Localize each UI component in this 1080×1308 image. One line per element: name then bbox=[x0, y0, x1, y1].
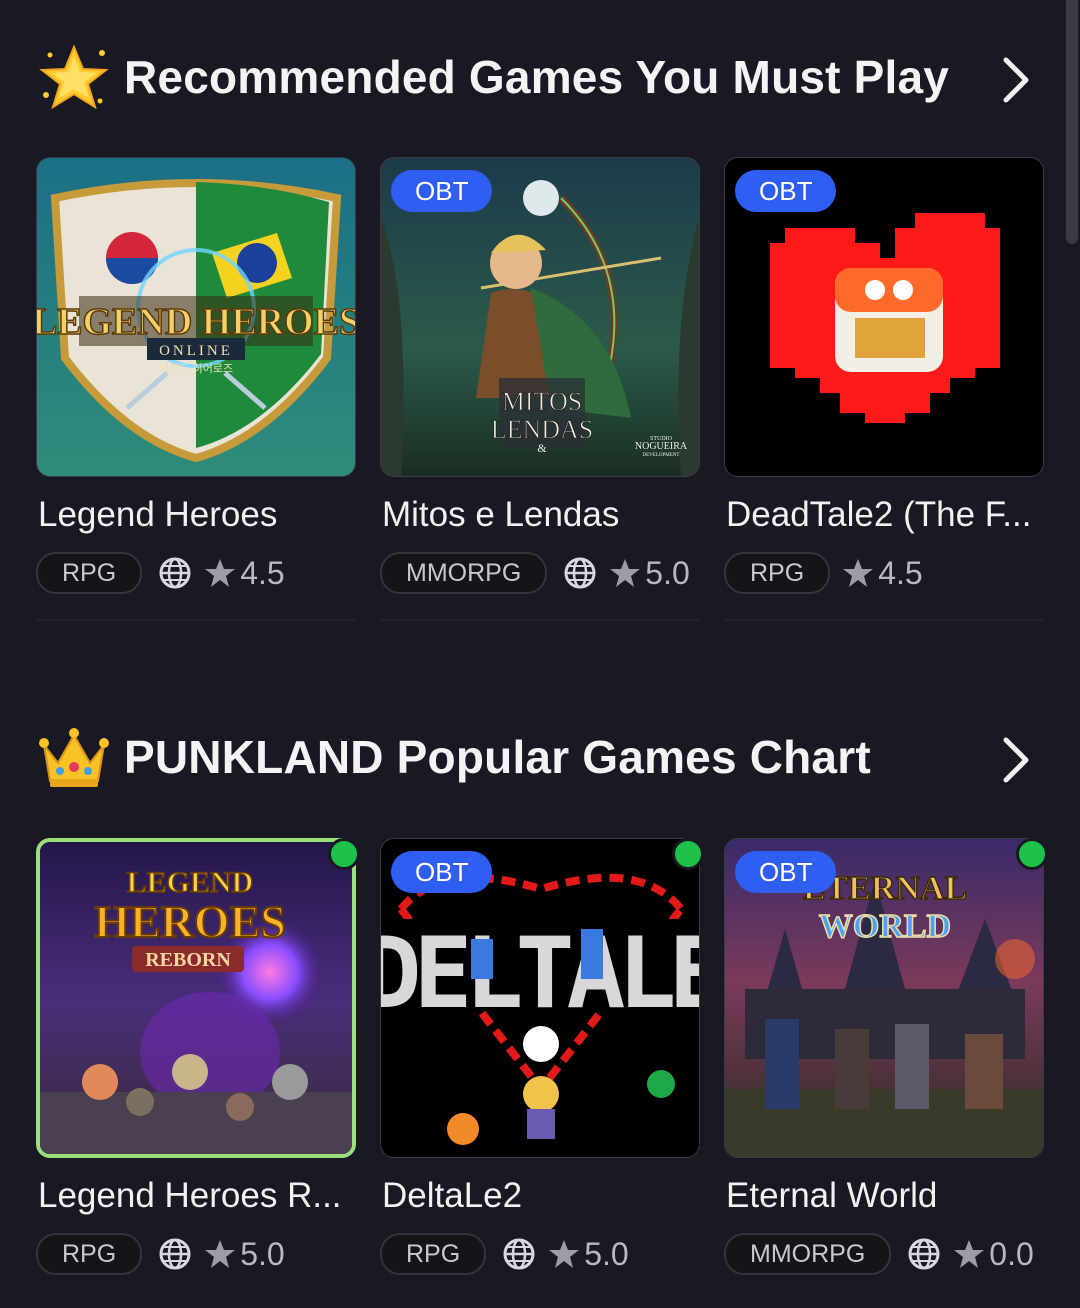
obt-badge: OBT bbox=[735, 170, 837, 212]
star-icon bbox=[610, 559, 641, 587]
divider bbox=[36, 619, 356, 621]
game-thumbnail[interactable]: LEGEND HEROES ONLINE 레전드 히어로즈 bbox=[36, 157, 356, 477]
art-subtitle: ONLINE bbox=[159, 343, 233, 359]
section-header[interactable]: Recommended Games You Must Play bbox=[36, 40, 1046, 120]
online-status-dot bbox=[672, 838, 704, 870]
rating-value: 0.0 bbox=[989, 1235, 1034, 1272]
obt-badge: OBT bbox=[735, 851, 837, 893]
game-title[interactable]: DeltaLe2 bbox=[382, 1176, 702, 1216]
game-meta: MMORPG 5.0 bbox=[380, 552, 690, 594]
game-title[interactable]: Legend Heroes bbox=[38, 495, 358, 535]
game-card[interactable]: DELTALE OBT DeltaLe2 RPG 5.0 bbox=[380, 838, 704, 1308]
online-status-dot bbox=[1016, 838, 1048, 870]
game-title[interactable]: DeadTale2 (The F... bbox=[726, 495, 1046, 535]
section-title: PUNKLAND Popular Games Chart bbox=[124, 731, 871, 783]
obt-badge: OBT bbox=[391, 851, 493, 893]
rating-value: 4.5 bbox=[878, 554, 923, 591]
section-header[interactable]: PUNKLAND Popular Games Chart bbox=[36, 720, 1046, 800]
game-meta: RPG 5.0 bbox=[36, 1233, 285, 1275]
game-meta: RPG 4.5 bbox=[36, 552, 285, 594]
globe-icon bbox=[159, 557, 191, 589]
rating-value: 5.0 bbox=[584, 1235, 629, 1272]
art-title-2: WORLD bbox=[819, 908, 951, 945]
art-studio-dev: DEVELOPMENT bbox=[643, 453, 680, 458]
star-icon bbox=[843, 559, 874, 587]
online-status-dot bbox=[328, 838, 360, 870]
art-title-2: LENDAS bbox=[491, 415, 594, 444]
obt-badge: OBT bbox=[391, 170, 493, 212]
art-title: DELTALE bbox=[381, 917, 699, 1031]
game-thumbnail[interactable]: OBT bbox=[724, 157, 1044, 477]
star-icon bbox=[954, 1240, 985, 1268]
game-card[interactable]: ETERNAL WORLD OBT Eternal World MMORPG 0… bbox=[724, 838, 1048, 1308]
art-subtitle: REBORN bbox=[145, 949, 231, 971]
genre-tag[interactable]: RPG bbox=[724, 552, 831, 594]
star-icon bbox=[205, 1240, 236, 1268]
genre-tag[interactable]: MMORPG bbox=[380, 552, 548, 594]
genre-tag[interactable]: RPG bbox=[36, 552, 143, 594]
rating-value: 5.0 bbox=[240, 1235, 285, 1272]
art-title: LEGEND bbox=[127, 866, 254, 899]
globe-icon bbox=[564, 557, 596, 589]
divider bbox=[380, 619, 700, 621]
chevron-right-icon[interactable] bbox=[996, 54, 1036, 106]
game-card[interactable]: MITOS LENDAS & STUDIO NOGUEIRA DEVELOPME… bbox=[380, 157, 700, 627]
art-title: LEGEND HEROES bbox=[37, 301, 355, 343]
chevron-right-icon[interactable] bbox=[996, 734, 1036, 786]
legend-heroes-art: LEGEND HEROES ONLINE 레전드 히어로즈 bbox=[37, 158, 355, 476]
globe-icon bbox=[159, 1238, 191, 1270]
art-korean: 레전드 히어로즈 bbox=[159, 361, 233, 375]
art-title-2: HEROES bbox=[94, 896, 286, 947]
game-title[interactable]: Mitos e Lendas bbox=[382, 495, 702, 535]
genre-tag[interactable]: RPG bbox=[36, 1233, 143, 1275]
game-meta: MMORPG 0.0 bbox=[724, 1233, 1034, 1275]
section-title: Recommended Games You Must Play bbox=[124, 51, 950, 103]
game-meta: RPG 4.5 bbox=[724, 552, 923, 594]
art-studio-name: NOGUEIRA bbox=[635, 441, 688, 452]
game-card[interactable]: OBT DeadTale2 (The F... RPG 4.5 bbox=[724, 157, 1044, 627]
genre-tag[interactable]: RPG bbox=[380, 1233, 487, 1275]
game-thumbnail[interactable]: LEGEND HEROES REBORN bbox=[36, 838, 356, 1158]
crown-icon bbox=[39, 728, 109, 787]
game-card[interactable]: LEGEND HEROES REBORN Legend Heroes R... … bbox=[36, 838, 360, 1308]
rating-value: 4.5 bbox=[240, 554, 285, 591]
star-icon bbox=[549, 1240, 580, 1268]
legend-heroes-reborn-art: LEGEND HEROES REBORN bbox=[40, 842, 352, 1154]
rating-value: 5.0 bbox=[645, 554, 690, 591]
globe-icon bbox=[908, 1238, 940, 1270]
game-title[interactable]: Eternal World bbox=[726, 1176, 1046, 1216]
game-meta: RPG 5.0 bbox=[380, 1233, 629, 1275]
globe-icon bbox=[503, 1238, 535, 1270]
sparkle-star-icon bbox=[39, 44, 109, 110]
divider bbox=[724, 619, 1044, 621]
art-ampersand: & bbox=[537, 441, 547, 455]
scrollbar[interactable] bbox=[1066, 0, 1078, 244]
art-title: MITOS bbox=[502, 387, 582, 416]
game-title[interactable]: Legend Heroes R... bbox=[38, 1176, 358, 1216]
star-icon bbox=[205, 559, 236, 587]
game-card[interactable]: LEGEND HEROES ONLINE 레전드 히어로즈 Legend Her… bbox=[36, 157, 356, 627]
game-thumbnail[interactable]: MITOS LENDAS & STUDIO NOGUEIRA DEVELOPME… bbox=[380, 157, 700, 477]
game-thumbnail[interactable]: DELTALE OBT bbox=[380, 838, 700, 1158]
game-thumbnail[interactable]: ETERNAL WORLD OBT bbox=[724, 838, 1044, 1158]
genre-tag[interactable]: MMORPG bbox=[724, 1233, 892, 1275]
